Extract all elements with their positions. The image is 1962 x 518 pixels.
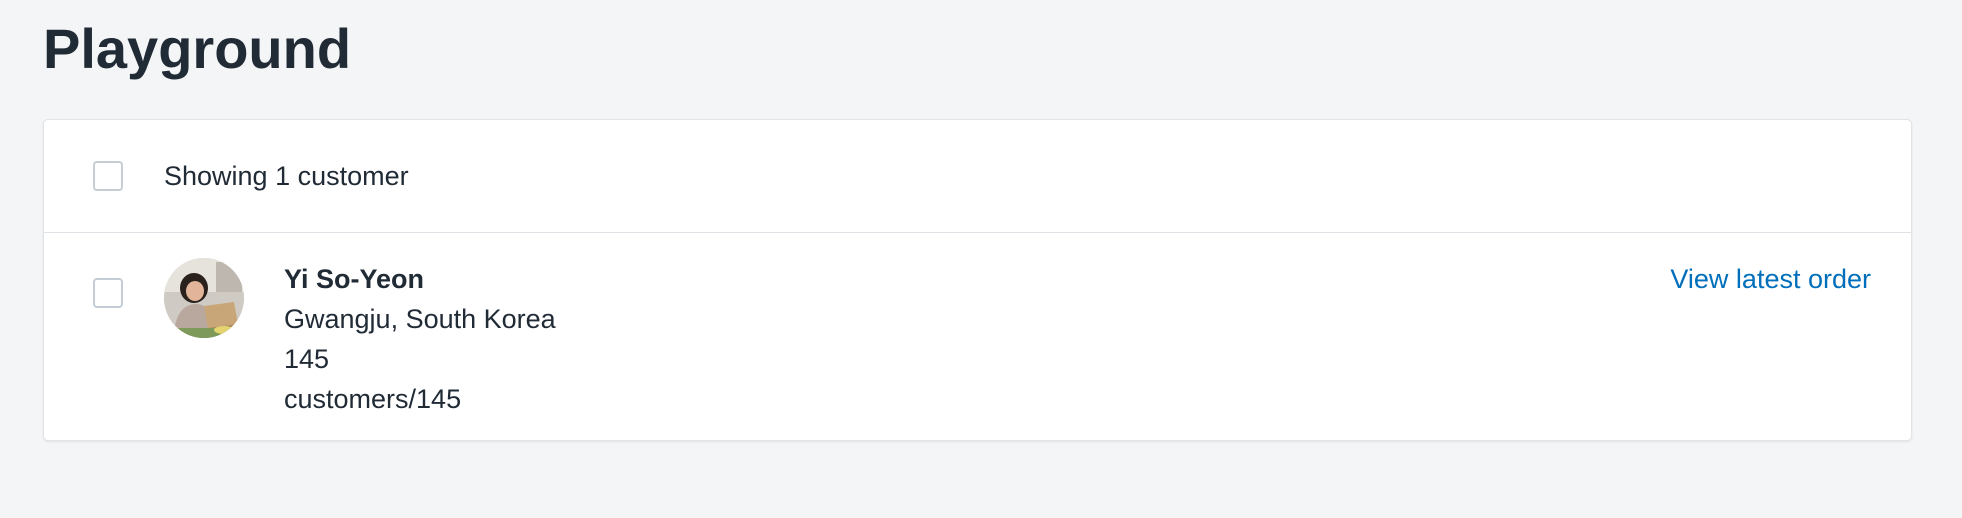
- page-title: Playground: [43, 17, 352, 80]
- view-latest-order-link[interactable]: View latest order: [1670, 261, 1871, 297]
- customer-id: 145: [284, 344, 330, 374]
- customer-details: Yi So-Yeon Gwangju, South Korea 145 cust…: [284, 259, 556, 419]
- customer-location: Gwangju, South Korea: [284, 304, 556, 334]
- customer-avatar: [164, 258, 244, 338]
- customer-photo-icon: [164, 258, 244, 338]
- customer-name: Yi So-Yeon: [284, 264, 425, 294]
- list-header: Showing 1 customer: [44, 120, 1911, 233]
- customer-list-card: Showing 1 customer Yi So-Yeon Gwangju, S…: [43, 119, 1912, 441]
- select-all-checkbox[interactable]: [93, 161, 123, 191]
- row-checkbox[interactable]: [93, 278, 123, 308]
- list-header-text: Showing 1 customer: [164, 161, 409, 191]
- customer-url: customers/145: [284, 384, 462, 414]
